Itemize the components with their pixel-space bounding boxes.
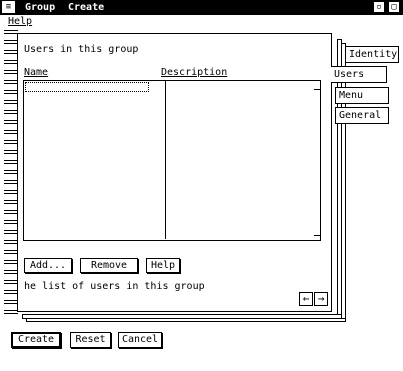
spiral-ring [4, 150, 18, 154]
minimize-button[interactable]: ▫ [373, 1, 385, 13]
spiral-ring [4, 130, 18, 134]
tab-users[interactable]: Users [331, 66, 387, 83]
spiral-ring [4, 180, 18, 184]
selected-row[interactable] [25, 82, 149, 92]
spiral-ring [4, 250, 18, 254]
spiral-ring [4, 80, 18, 84]
spiral-ring [4, 260, 18, 264]
page-stack-edge [26, 318, 346, 322]
next-page-arrow-icon[interactable]: → [314, 292, 328, 306]
system-menu-icon[interactable]: ≡ [2, 1, 15, 13]
remove-button[interactable]: Remove [80, 258, 138, 273]
spiral-ring [4, 240, 18, 244]
menu-bar: Help [0, 15, 403, 28]
column-header-name[interactable]: Name [24, 67, 48, 78]
spiral-ring [4, 50, 18, 54]
spiral-ring [4, 230, 18, 234]
help-button[interactable]: Help [146, 258, 180, 273]
maximize-button[interactable]: ▢ [388, 1, 400, 13]
users-list[interactable] [23, 80, 321, 241]
resize-corner [314, 83, 321, 90]
reset-button[interactable]: Reset [70, 332, 111, 348]
title-bar: ≡ Group Create ▫ ▢ [0, 0, 403, 15]
spiral-ring [4, 170, 18, 174]
spiral-ring [4, 90, 18, 94]
window-title: Group [25, 2, 56, 13]
page-navigation: ← → [299, 292, 329, 306]
spiral-ring [4, 300, 18, 304]
spiral-ring [4, 110, 18, 114]
spiral-ring [4, 190, 18, 194]
page-stack-edge [341, 43, 346, 321]
notebook-page-users: Users in this group Name Description Add… [17, 33, 332, 312]
tab-identity[interactable]: Identity [345, 46, 399, 63]
spiral-ring [4, 30, 18, 34]
spiral-ring [4, 160, 18, 164]
spiral-ring [4, 70, 18, 74]
spiral-ring [4, 60, 18, 64]
column-divider [165, 81, 166, 239]
spiral-ring [4, 270, 18, 274]
create-button[interactable]: Create [11, 332, 61, 348]
cancel-button[interactable]: Cancel [118, 332, 162, 348]
spiral-ring [4, 310, 18, 314]
add-button[interactable]: Add... [24, 258, 72, 273]
tab-general[interactable]: General [335, 107, 389, 124]
spiral-ring [4, 290, 18, 294]
menu-help[interactable]: Help [8, 15, 32, 28]
status-text: he list of users in this group [24, 281, 205, 292]
spiral-ring [4, 140, 18, 144]
spiral-ring [4, 40, 18, 44]
resize-corner [314, 229, 321, 236]
notebook-spiral-binding [4, 30, 18, 322]
tab-menu[interactable]: Menu [335, 87, 389, 104]
window-title-action: Create [68, 2, 105, 13]
spiral-ring [4, 220, 18, 224]
spiral-ring [4, 280, 18, 284]
spiral-ring [4, 120, 18, 124]
column-header-description[interactable]: Description [161, 67, 227, 78]
spiral-ring [4, 200, 18, 204]
spiral-ring [4, 100, 18, 104]
spiral-ring [4, 210, 18, 214]
previous-page-arrow-icon[interactable]: ← [299, 292, 313, 306]
section-heading: Users in this group [24, 44, 139, 55]
